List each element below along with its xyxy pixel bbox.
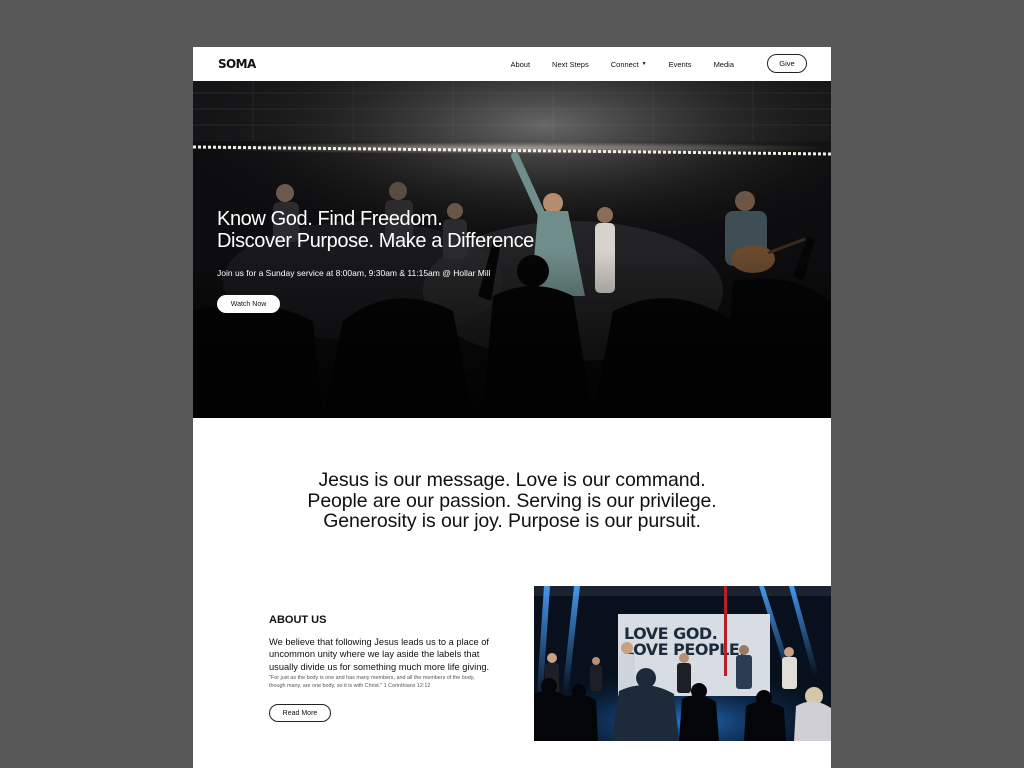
- nav-item-label: About: [510, 59, 531, 69]
- hero-title: Know God. Find Freedom. Discover Purpose…: [217, 208, 534, 252]
- about-body: We believe that following Jesus leads us…: [269, 636, 509, 673]
- soma-logo[interactable]: SOMA: [218, 57, 256, 71]
- nav-item-label: Events: [668, 59, 692, 69]
- hero-title-line: Know God. Find Freedom.: [217, 208, 443, 230]
- hero-section: Know God. Find Freedom. Discover Purpose…: [193, 81, 831, 418]
- caret-down-icon: ▼: [641, 61, 647, 67]
- nav-item-connect[interactable]: Connect ▼: [600, 60, 658, 69]
- nav-item-label: Media: [713, 59, 734, 69]
- webpage: SOMA About Next Steps Connect ▼ Events M…: [193, 47, 831, 768]
- nav-item-label: Next Steps: [552, 59, 589, 69]
- mission-line: Jesus is our message. Love is our comman…: [318, 469, 706, 491]
- about-body-line: usually divide us for something much mor…: [269, 661, 490, 672]
- hero-subtitle: Join us for a Sunday service at 8:00am, …: [217, 268, 491, 278]
- nav-item-next-steps[interactable]: Next Steps: [541, 60, 600, 69]
- nav-item-media[interactable]: Media: [703, 60, 745, 69]
- mission-line: People are our passion. Serving is our p…: [307, 489, 717, 512]
- read-more-button[interactable]: Read More: [269, 704, 331, 722]
- quote-line: though many, are one body, so it is with…: [269, 682, 431, 689]
- scripture-quote: "For just as the body is one and has man…: [269, 675, 519, 690]
- about-worship-image: LOVE GOD. LOVE PEOPLE.: [534, 586, 831, 741]
- worship-stage-photo: LOVE GOD. LOVE PEOPLE.: [534, 586, 831, 741]
- mission-line: Generosity is our joy. Purpose is our pu…: [323, 510, 701, 532]
- top-nav: SOMA About Next Steps Connect ▼ Events M…: [193, 47, 831, 81]
- nav-item-label: Connect: [610, 59, 639, 69]
- about-body-line: uncommon unity where we lay aside the la…: [269, 649, 480, 660]
- nav-links: About Next Steps Connect ▼ Events Media: [499, 47, 745, 81]
- hero-title-line: Discover Purpose. Make a Difference: [217, 230, 534, 252]
- about-body-line: We believe that following Jesus leads us…: [269, 637, 489, 647]
- nav-item-events[interactable]: Events: [658, 60, 703, 69]
- nav-item-about[interactable]: About: [499, 60, 541, 69]
- about-heading: ABOUT US: [269, 614, 327, 626]
- mission-statement: Jesus is our message. Love is our comman…: [193, 470, 831, 532]
- quote-line: "For just as the body is one and has man…: [269, 675, 475, 681]
- watch-now-button[interactable]: Watch Now: [217, 295, 280, 313]
- give-button[interactable]: Give: [767, 54, 807, 73]
